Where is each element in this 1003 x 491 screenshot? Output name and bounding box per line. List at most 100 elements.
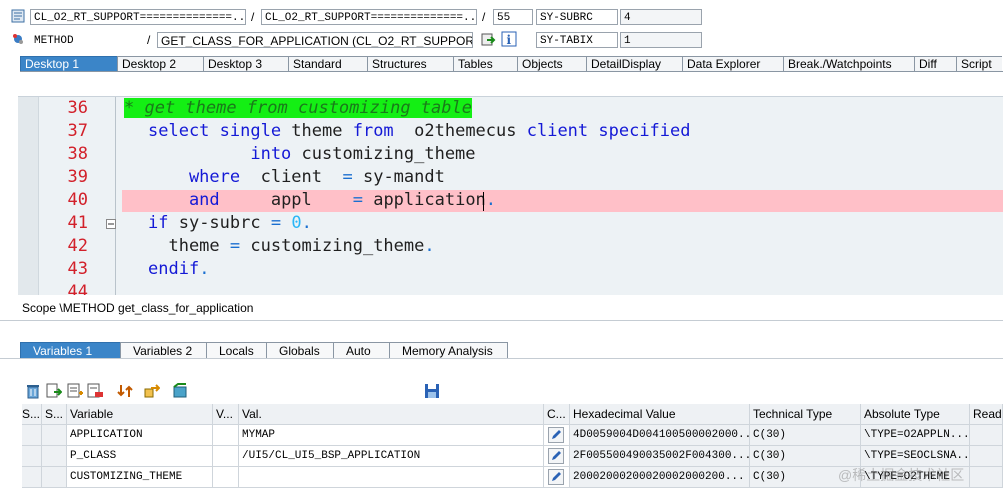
code-line[interactable]: 41 if sy-subrc = 0. xyxy=(18,212,1003,235)
tab-standard[interactable]: Standard xyxy=(288,56,367,71)
event-name-field[interactable]: GET_CLASS_FOR_APPLICATION (CL_O2_RT_SUPP… xyxy=(157,32,473,48)
code-line[interactable]: 42 theme = customizing_theme. xyxy=(18,235,1003,258)
variable-cell[interactable]: P_CLASS xyxy=(67,446,213,467)
method-icon xyxy=(11,32,25,49)
separator: / xyxy=(147,33,151,47)
edit-pencil-icon[interactable] xyxy=(548,427,564,445)
code-line[interactable]: 37 select single theme from o2themecus cl… xyxy=(18,120,1003,143)
sysvar1-name[interactable]: SY-SUBRC xyxy=(536,9,618,25)
include-field[interactable]: CL_O2_RT_SUPPORT==============... xyxy=(261,9,477,25)
sysvar2-value: 1 xyxy=(620,32,702,48)
tab-desktop-1[interactable]: Desktop 1 xyxy=(20,56,117,71)
code-line[interactable]: 36 * get theme from customizing table xyxy=(18,97,1003,120)
goto-icon[interactable] xyxy=(481,32,496,50)
code-token: . xyxy=(199,259,210,279)
edit-pencil-icon[interactable] xyxy=(548,448,564,466)
row-selector[interactable] xyxy=(22,446,42,467)
tab-globals[interactable]: Globals xyxy=(266,342,334,358)
code-line[interactable]: 43 endif. xyxy=(18,258,1003,281)
col-header-c[interactable]: C... xyxy=(544,404,570,425)
line-field[interactable]: 55 xyxy=(493,9,533,25)
tab-structures[interactable]: Structures xyxy=(367,56,453,71)
tab-detaildisplay[interactable]: DetailDisplay xyxy=(586,56,682,71)
tab-data-explorer[interactable]: Data Explorer xyxy=(682,56,783,71)
code-line[interactable]: 39 where client = sy-mandt xyxy=(18,166,1003,189)
variable-tabbar: Variables 1 Variables 2 Locals Globals A… xyxy=(20,342,508,358)
program-icon xyxy=(11,9,25,26)
code-token: application xyxy=(373,190,486,210)
hex-cell: 2F005500490035002F004300... xyxy=(570,446,750,467)
col-header-hex[interactable]: Hexadecimal Value xyxy=(570,404,750,425)
code-text: * get theme from customizing table xyxy=(124,97,472,120)
variable-cell[interactable]: CUSTOMIZING_THEME xyxy=(67,467,213,488)
code-token: customizing_theme xyxy=(250,236,425,256)
transfer-icon[interactable] xyxy=(144,383,161,402)
value-cell[interactable]: /UI5/CL_UI5_BSP_APPLICATION xyxy=(239,446,544,467)
fold-toggle-icon[interactable] xyxy=(106,218,116,232)
code-line[interactable]: 44 xyxy=(18,281,1003,295)
source-code-editor[interactable]: 36 * get theme from customizing table 37 se… xyxy=(18,96,1003,295)
code-token: theme xyxy=(148,236,230,256)
tab-script[interactable]: Script xyxy=(956,56,1002,71)
col-header-absolute-type[interactable]: Absolute Type xyxy=(861,404,970,425)
col-header-value[interactable]: Val. xyxy=(239,404,544,425)
row-selector[interactable] xyxy=(22,467,42,488)
variable-cell[interactable]: APPLICATION xyxy=(67,425,213,446)
v-cell xyxy=(213,467,239,488)
line-number: 40 xyxy=(67,190,88,210)
col-header-s[interactable]: S... xyxy=(22,404,42,425)
line-number: 44 xyxy=(67,282,88,295)
code-token: o2themecus xyxy=(403,121,527,141)
delete-row-icon[interactable] xyxy=(87,383,103,402)
tab-diff[interactable]: Diff xyxy=(914,56,956,71)
edit-pencil-icon[interactable] xyxy=(548,469,564,487)
tab-tables[interactable]: Tables xyxy=(453,56,517,71)
delete-icon[interactable] xyxy=(25,383,41,402)
tab-desktop-2[interactable]: Desktop 2 xyxy=(117,56,203,71)
tab-locals[interactable]: Locals xyxy=(206,342,267,358)
col-header-s2[interactable]: S... xyxy=(42,404,67,425)
table-row[interactable]: P_CLASS /UI5/CL_UI5_BSP_APPLICATION 2F00… xyxy=(22,446,1003,467)
code-token: client xyxy=(250,167,343,187)
insert-row-icon[interactable] xyxy=(67,383,83,402)
svg-text:i: i xyxy=(507,33,512,47)
program-field[interactable]: CL_O2_RT_SUPPORT==============... xyxy=(30,9,246,25)
tab-desktop-3[interactable]: Desktop 3 xyxy=(203,56,288,71)
event-type-field[interactable]: METHOD xyxy=(30,32,142,48)
code-text: where client = sy-mandt xyxy=(148,166,445,189)
code-text: into customizing_theme xyxy=(148,143,475,166)
import-icon[interactable] xyxy=(46,383,63,402)
value-cell[interactable] xyxy=(239,467,544,488)
table-row[interactable]: APPLICATION MYMAP 4D0059004D004100500002… xyxy=(22,425,1003,446)
info-icon[interactable]: i xyxy=(501,31,517,50)
value-cell[interactable]: MYMAP xyxy=(239,425,544,446)
code-line[interactable]: 40 and appl = application. xyxy=(18,189,1003,212)
save-icon[interactable] xyxy=(424,383,440,402)
col-header-variable[interactable]: Variable xyxy=(67,404,213,425)
code-token: endif xyxy=(148,259,200,279)
layout-icon[interactable] xyxy=(172,383,188,402)
code-token: = xyxy=(352,190,374,210)
col-header-v[interactable]: V... xyxy=(213,404,239,425)
sysvar2-name[interactable]: SY-TABIX xyxy=(536,32,618,48)
col-header-technical-type[interactable]: Technical Type xyxy=(750,404,861,425)
hex-cell: 4D0059004D004100500002000... xyxy=(570,425,750,446)
code-text: theme = customizing_theme. xyxy=(148,235,434,258)
line-number: 42 xyxy=(67,236,88,256)
line-number: 43 xyxy=(67,259,88,279)
code-token: sy-subrc xyxy=(178,213,271,233)
tab-objects[interactable]: Objects xyxy=(517,56,586,71)
code-line[interactable]: 38 into customizing_theme xyxy=(18,143,1003,166)
tab-memory-analysis[interactable]: Memory Analysis xyxy=(389,342,508,358)
col-header-read[interactable]: Read- xyxy=(970,404,1003,425)
sort-icon[interactable] xyxy=(117,383,133,402)
tab-variables-1[interactable]: Variables 1 xyxy=(20,342,121,358)
technical-type-cell: C(30) xyxy=(750,425,861,446)
tab-break-watchpoints[interactable]: Break./Watchpoints xyxy=(783,56,914,71)
code-token: * get theme from customizing table xyxy=(124,98,472,118)
tab-variables-2[interactable]: Variables 2 xyxy=(120,342,207,358)
row-selector[interactable] xyxy=(22,425,42,446)
code-token: sy-mandt xyxy=(362,167,445,187)
tab-auto[interactable]: Auto xyxy=(333,342,390,358)
line-number: 39 xyxy=(67,167,88,187)
